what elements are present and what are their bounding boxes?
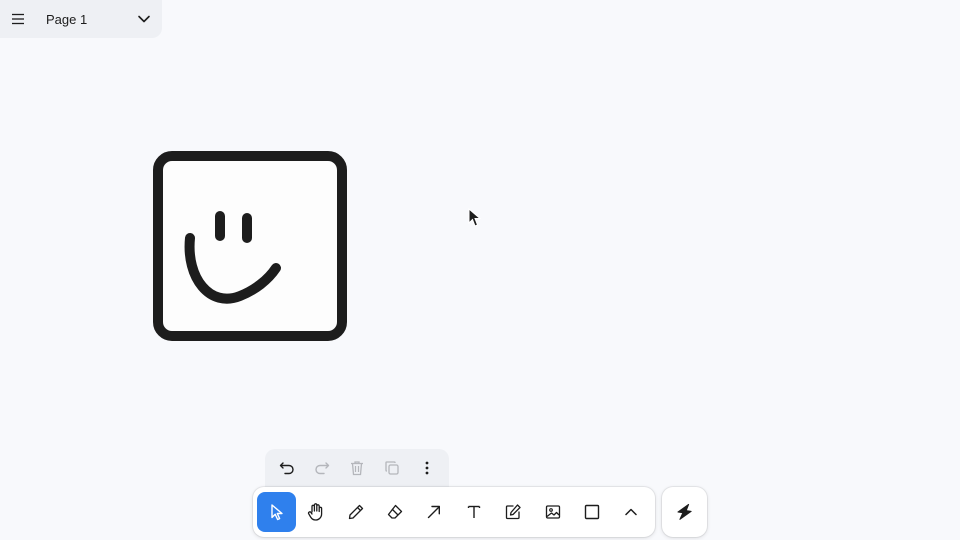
- hand-icon: [308, 503, 323, 521]
- mouse-pointer-icon: [468, 208, 482, 227]
- page-name[interactable]: Page 1: [46, 12, 126, 27]
- arrow-icon: [428, 505, 441, 519]
- rectangle-icon: [584, 504, 600, 520]
- eraser-icon: [387, 504, 403, 519]
- tool-hand[interactable]: [296, 492, 335, 532]
- duplicate-icon: [385, 461, 399, 475]
- tool-text[interactable]: [454, 492, 493, 532]
- more-tools-button[interactable]: [612, 492, 651, 532]
- note-edit-icon: [505, 504, 521, 520]
- text-icon: [467, 505, 480, 518]
- page-dropdown-button[interactable]: [126, 1, 162, 37]
- tool-note[interactable]: [493, 492, 532, 532]
- lightning-logo-icon: [676, 503, 692, 520]
- page-menu: Page 1: [0, 0, 162, 38]
- tool-rectangle[interactable]: [572, 492, 611, 532]
- tool-arrow[interactable]: [415, 492, 454, 532]
- tool-draw[interactable]: [336, 492, 375, 532]
- delete-button[interactable]: [341, 452, 373, 484]
- quick-actions-bar: [265, 449, 449, 487]
- drawing-canvas[interactable]: [0, 0, 960, 540]
- redo-button[interactable]: [306, 452, 338, 484]
- main-toolbar: [253, 487, 655, 537]
- main-menu-button[interactable]: [0, 1, 36, 37]
- undo-button[interactable]: [271, 452, 303, 484]
- more-vertical-icon: [425, 461, 429, 475]
- more-actions-button[interactable]: [411, 452, 443, 484]
- cursor-icon: [271, 504, 283, 521]
- image-icon: [545, 505, 560, 519]
- chevron-down-icon: [138, 15, 150, 23]
- smiley-square-drawing[interactable]: [150, 148, 350, 344]
- help-button[interactable]: [662, 487, 707, 537]
- tool-asset[interactable]: [533, 492, 572, 532]
- hamburger-icon: [12, 13, 24, 25]
- chevron-up-icon: [625, 508, 638, 516]
- pencil-icon: [348, 504, 363, 520]
- tool-eraser[interactable]: [375, 492, 414, 532]
- redo-icon: [315, 462, 329, 475]
- undo-icon: [279, 462, 294, 475]
- duplicate-button[interactable]: [376, 452, 408, 484]
- tool-select[interactable]: [257, 492, 297, 532]
- trash-icon: [350, 461, 363, 476]
